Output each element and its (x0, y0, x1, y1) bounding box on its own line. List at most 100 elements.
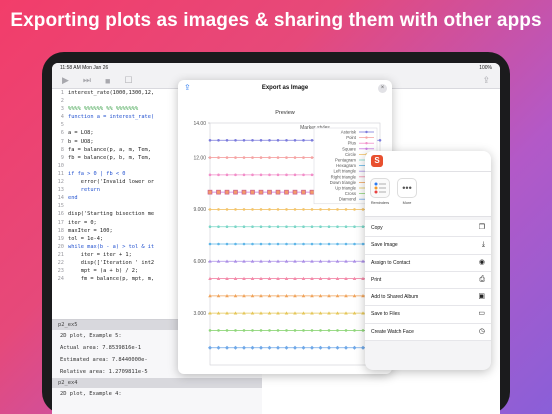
data-point (302, 329, 305, 332)
share-action-print[interactable]: Print ⎙ (365, 271, 491, 290)
data-point (225, 242, 229, 246)
data-point (336, 208, 339, 211)
share-action-assign-to-contact[interactable]: Assign to Contact ◉ (365, 254, 491, 272)
line-number: 14 (57, 195, 64, 202)
data-point (276, 329, 280, 332)
line-number: 10 (57, 162, 64, 169)
data-point (302, 173, 305, 177)
legend-entry: Hexagram (336, 163, 356, 168)
line-number: 1 (60, 90, 64, 96)
data-point (276, 138, 280, 142)
data-point (310, 242, 314, 246)
code-text: disp('Starting bisection me (68, 211, 155, 218)
data-point (302, 242, 305, 246)
share-action-add-to-shared-album[interactable]: Add to Shared Album ▣ (365, 289, 491, 307)
data-point (310, 225, 314, 229)
data-point (310, 156, 314, 159)
share-action-save-image[interactable]: Save Image ⤓ (365, 237, 491, 255)
data-point (301, 189, 306, 195)
data-point (275, 189, 281, 195)
data-point (293, 156, 297, 159)
data-point (251, 173, 254, 177)
legend-entry: Right triangle (331, 174, 357, 179)
y-tick-label: 12.00 (193, 155, 206, 161)
data-point (242, 173, 246, 177)
data-point (319, 208, 322, 211)
more-apps-button[interactable]: ••• (397, 178, 417, 198)
data-point (208, 329, 212, 332)
code-text: maxIter = 100; (68, 227, 113, 234)
legend-entry: Up triangle (335, 186, 356, 191)
data-point (276, 173, 280, 177)
y-tick-label: 6.000 (193, 259, 206, 265)
dialog-title: Export as Image (261, 85, 309, 91)
data-point (285, 242, 288, 246)
data-point (225, 138, 229, 142)
data-point (276, 208, 280, 211)
line-number: 11 (57, 170, 64, 177)
data-point (309, 189, 315, 195)
data-point (353, 225, 356, 229)
legend-marker (365, 147, 368, 150)
legend-entry: Pentagram (335, 158, 356, 163)
forward-icon[interactable]: ⏭ (83, 75, 91, 86)
data-point (234, 208, 237, 211)
data-point (259, 173, 263, 177)
data-point (242, 242, 246, 246)
line-number: 13 (57, 187, 64, 194)
share-sheet: S Reminders ••• More Copy ❐ Save Image ⤓ Ass… (365, 151, 491, 370)
export-image-dialog: ⇪ Export as Image × Preview 14.00 12.00 9.… (178, 80, 392, 374)
data-point (233, 189, 238, 195)
line-number: 6 (60, 130, 64, 137)
data-point (276, 156, 280, 159)
data-point (336, 329, 339, 332)
data-point (378, 138, 382, 142)
data-point (259, 156, 263, 159)
data-point (276, 242, 280, 246)
data-point (293, 225, 297, 229)
share-action-save-to-files[interactable]: Save to Files ▭ (365, 306, 491, 324)
headline: Exporting plots as images & sharing them… (10, 10, 542, 31)
preview-label: Preview (275, 110, 295, 116)
reminders-app-button[interactable] (370, 178, 390, 198)
play-icon[interactable]: ▶ (62, 75, 69, 86)
share-action-create-watch-face[interactable]: Create Watch Face ◷ (365, 323, 491, 342)
data-point (234, 329, 237, 332)
line-number: 9 (60, 154, 64, 161)
console-section-header: p2_ex4 (52, 378, 262, 388)
open-icon[interactable]: ☐ (124, 75, 132, 86)
data-point (234, 156, 237, 159)
data-point (293, 242, 297, 246)
data-point (208, 138, 212, 142)
line-number: 20 (57, 243, 64, 250)
data-point (268, 329, 271, 332)
data-point (208, 225, 212, 229)
copy-icon: ❐ (478, 224, 485, 231)
data-point (268, 225, 271, 229)
data-point (217, 242, 220, 246)
data-point (259, 329, 263, 332)
data-point (234, 242, 237, 246)
data-point (353, 208, 356, 211)
line-number: 5 (60, 122, 64, 129)
data-point (217, 138, 220, 142)
share-sheet-header: S (365, 151, 491, 172)
stop-icon[interactable]: ■ (105, 76, 110, 86)
folder-icon: ▭ (478, 310, 485, 318)
data-point (292, 189, 298, 195)
data-point (225, 156, 229, 159)
data-point (302, 156, 305, 159)
share-action-copy[interactable]: Copy ❐ (365, 220, 491, 238)
share-apps-row: Reminders ••• More (365, 172, 491, 217)
close-icon[interactable]: × (378, 84, 387, 93)
data-point (302, 208, 305, 211)
legend-entry: Asterisk (341, 130, 357, 135)
data-point (319, 225, 322, 229)
share-icon[interactable]: ⇪ (482, 75, 490, 86)
code-text: disp(['Iteration ' int2 (68, 259, 155, 266)
data-point (293, 208, 297, 211)
data-point (284, 189, 289, 195)
share-action-label: Save to Files (371, 311, 400, 318)
data-point (302, 225, 305, 229)
data-point (344, 208, 348, 211)
